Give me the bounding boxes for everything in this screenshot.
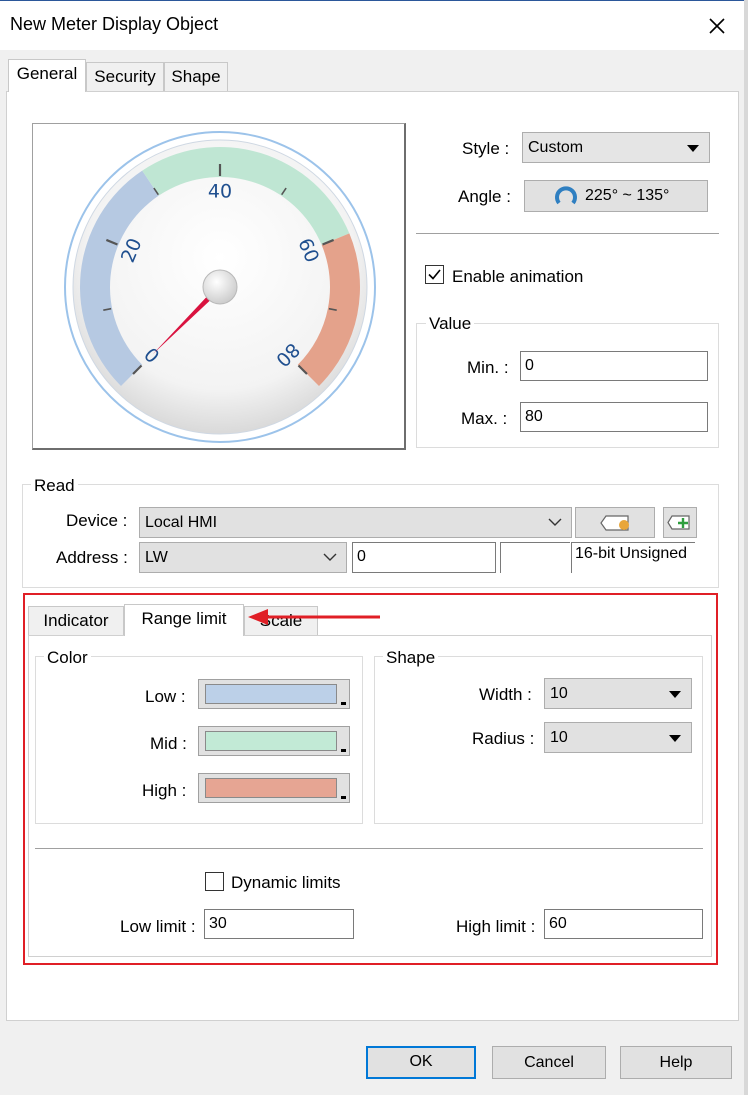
divider: [35, 848, 703, 850]
add-tag-icon: [667, 515, 690, 530]
device-settings-button[interactable]: [575, 507, 655, 538]
title-bar: New Meter Display Object: [0, 0, 748, 50]
radius-select[interactable]: 10: [544, 722, 692, 753]
low-color-swatch: [205, 684, 337, 704]
help-button[interactable]: Help: [620, 1046, 732, 1079]
device-value: Local HMI: [145, 514, 218, 531]
tag-icon: [600, 515, 629, 531]
radius-label: Radius :: [472, 729, 535, 748]
dropdown-arrow-icon: [687, 145, 699, 152]
address-type-select[interactable]: LW: [139, 542, 347, 573]
dropdown-arrow-icon: [669, 691, 681, 698]
style-value: Custom: [528, 139, 584, 156]
callout-arrow-icon: [248, 609, 380, 625]
tab-security[interactable]: Security: [86, 62, 164, 92]
max-label: Max. :: [461, 409, 508, 428]
meter-gauge: 020406080: [64, 131, 376, 443]
max-input[interactable]: 80: [520, 402, 708, 432]
color-group-title: Color: [44, 648, 91, 668]
dialog-window: New Meter Display Object General Securit…: [0, 0, 748, 1095]
dropdown-arrow-icon: [341, 796, 346, 799]
chevron-down-icon: [548, 518, 562, 526]
low-color-label: Low :: [145, 687, 186, 706]
enable-animation-checkbox[interactable]: [425, 265, 444, 284]
high-color-label: High :: [142, 781, 187, 800]
radius-value: 10: [550, 729, 568, 746]
dropdown-arrow-icon: [341, 702, 346, 705]
enable-animation-label: Enable animation: [452, 267, 584, 286]
width-select[interactable]: 10: [544, 678, 692, 709]
mid-color-label: Mid :: [150, 734, 187, 753]
address-input[interactable]: 0: [352, 542, 496, 573]
high-limit-label: High limit :: [456, 917, 536, 936]
device-select[interactable]: Local HMI: [139, 507, 572, 538]
shape-group-title: Shape: [383, 648, 439, 668]
tab-shape[interactable]: Shape: [164, 62, 228, 92]
address-extra-field: [500, 542, 570, 573]
close-button[interactable]: [696, 9, 738, 43]
subtab-indicator[interactable]: Indicator: [28, 606, 124, 635]
angle-label: Angle :: [458, 187, 511, 206]
checkmark-icon: [428, 269, 441, 280]
angle-button[interactable]: 225° ~ 135°: [524, 180, 708, 212]
close-icon: [709, 18, 725, 34]
divider: [416, 233, 719, 235]
min-label: Min. :: [467, 358, 509, 377]
window-edge: [744, 0, 748, 1095]
angle-arc-icon: [555, 186, 577, 205]
chevron-down-icon: [323, 553, 337, 561]
ok-button[interactable]: OK: [366, 1046, 476, 1079]
value-group-title: Value: [426, 314, 475, 334]
tick-label: 40: [208, 181, 232, 203]
gauge-hub: [202, 269, 238, 305]
high-color-swatch: [205, 778, 337, 798]
address-type-value: LW: [145, 549, 168, 566]
dynamic-limits-label: Dynamic limits: [231, 873, 341, 892]
low-color-picker[interactable]: [198, 679, 350, 709]
tab-general[interactable]: General: [8, 59, 86, 92]
dropdown-arrow-icon: [669, 735, 681, 742]
angle-value: 225° ~ 135°: [585, 187, 670, 204]
meter-preview: 0 20 40 60 80: [32, 123, 406, 450]
mid-color-swatch: [205, 731, 337, 751]
width-label: Width :: [479, 685, 532, 704]
address-label: Address :: [56, 548, 128, 567]
high-color-picker[interactable]: [198, 773, 350, 803]
style-select[interactable]: Custom: [522, 132, 710, 163]
low-limit-label: Low limit :: [120, 917, 196, 936]
dynamic-limits-checkbox[interactable]: [205, 872, 224, 891]
dropdown-arrow-icon: [341, 749, 346, 752]
min-input[interactable]: 0: [520, 351, 708, 381]
device-label: Device :: [66, 511, 128, 530]
data-type-field: 16-bit Unsigned: [571, 542, 695, 573]
add-tag-button[interactable]: [663, 507, 697, 538]
mid-color-picker[interactable]: [198, 726, 350, 756]
cancel-button[interactable]: Cancel: [492, 1046, 606, 1079]
style-label: Style :: [462, 139, 510, 158]
low-limit-input[interactable]: 30: [204, 909, 354, 939]
window-title: New Meter Display Object: [10, 14, 219, 34]
subtab-range-limit[interactable]: Range limit: [124, 604, 244, 636]
width-value: 10: [550, 685, 568, 702]
read-group-title: Read: [31, 476, 78, 496]
high-limit-input[interactable]: 60: [544, 909, 703, 939]
